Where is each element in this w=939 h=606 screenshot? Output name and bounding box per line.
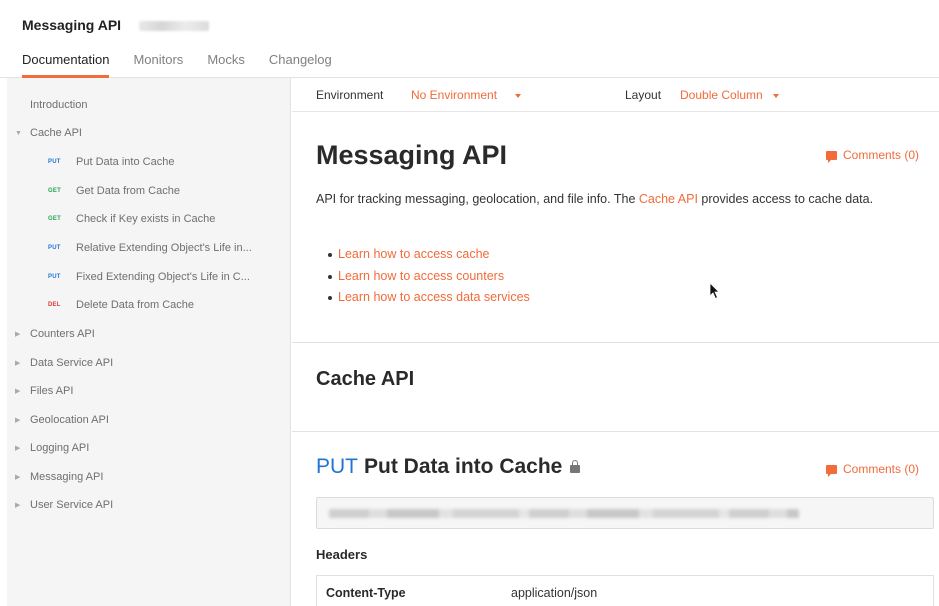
sidebar-item-introduction[interactable]: Introduction [7,93,291,117]
endpoint-comments-button[interactable]: Comments (0) [826,462,920,477]
layout-value: Double Column [680,88,763,102]
sidebar-endpoint-delete-data[interactable]: DEL Delete Data from Cache [7,293,291,317]
method-badge: DEL [48,302,61,308]
tab-documentation[interactable]: Documentation [22,52,110,78]
tab-mocks[interactable]: Mocks [207,52,245,76]
layout-select[interactable]: Double Column [680,88,779,102]
method-badge: PUT [48,274,61,280]
request-url-box[interactable] [316,497,934,529]
method-badge: GET [48,188,61,194]
dropdown-arrow-icon [772,93,779,98]
sidebar-item-label: Cache API [30,127,82,139]
redacted-url [329,509,799,518]
sidebar-endpoint-label: Get Data from Cache [76,185,180,197]
sidebar-item-user-service-api[interactable]: ▶ User Service API [7,493,291,517]
tab-monitors[interactable]: Monitors [133,52,183,76]
section-divider [292,431,939,432]
header-value: application/json [511,586,598,600]
section-divider [292,342,939,343]
method-badge: PUT [48,159,61,165]
sidebar-item-files-api[interactable]: ▶ Files API [7,379,291,403]
sidebar-item-label: User Service API [30,499,114,511]
caret-right-icon: ▶ [15,331,21,338]
sidebar-item-label: Messaging API [30,471,104,483]
cache-api-link[interactable]: Cache API [639,192,698,206]
environment-select[interactable]: No Environment [411,88,522,102]
dropdown-arrow-icon [515,93,522,98]
lock-icon [570,460,581,473]
sidebar-endpoint-fixed-extend[interactable]: PUT Fixed Extending Object's Life in C..… [7,265,291,289]
environment-value: No Environment [411,88,498,102]
sidebar-item-label: Logging API [30,442,90,454]
sidebar-endpoint-label: Delete Data from Cache [76,299,194,311]
comment-icon [826,150,837,163]
header-tabs: Documentation Monitors Mocks Changelog [22,52,356,78]
method-badge: GET [48,216,61,222]
endpoint-method: PUT [316,455,358,478]
headers-heading: Headers [316,547,368,562]
section-title-cache-api: Cache API [316,368,415,390]
description-text: API for tracking messaging, geolocation,… [316,192,639,206]
sidebar-item-label: Introduction [30,99,88,111]
caret-right-icon: ▶ [15,502,21,509]
page-title: Messaging API [316,140,508,170]
sidebar-endpoint-put-data[interactable]: PUT Put Data into Cache [7,150,291,174]
sidebar-item-label: Geolocation API [30,414,109,426]
learn-links-list: Learn how to access cache Learn how to a… [328,244,530,309]
redacted-title-suffix [139,21,209,31]
sidebar-endpoint-label: Relative Extending Object's Life in... [76,242,252,254]
caret-right-icon: ▶ [15,388,21,395]
learn-data-services-link[interactable]: Learn how to access data services [328,287,530,309]
header-row: Content-Type application/json [316,575,934,606]
sidebar-endpoint-relative-extend[interactable]: PUT Relative Extending Object's Life in.… [7,236,291,260]
sidebar-item-label: Counters API [30,328,95,340]
sidebar-item-messaging-api[interactable]: ▶ Messaging API [7,465,291,489]
sidebar-item-label: Files API [30,385,74,397]
caret-right-icon: ▶ [15,445,21,452]
app-title: Messaging API [22,17,122,33]
sidebar-item-cache-api[interactable]: ▼ Cache API [7,121,291,145]
sidebar-item-counters-api[interactable]: ▶ Counters API [7,322,291,346]
layout-label: Layout [625,88,662,102]
comments-button[interactable]: Comments (0) [826,148,920,163]
sidebar-item-logging-api[interactable]: ▶ Logging API [7,436,291,460]
header-key: Content-Type [326,586,406,600]
environment-label: Environment [316,88,384,102]
sidebar-item-geolocation-api[interactable]: ▶ Geolocation API [7,408,291,432]
sidebar-item-data-service-api[interactable]: ▶ Data Service API [7,351,291,375]
sidebar-endpoint-get-data[interactable]: GET Get Data from Cache [7,179,291,203]
endpoint-name: Put Data into Cache [364,455,563,478]
sidebar-endpoint-check-key[interactable]: GET Check if Key exists in Cache [7,207,291,231]
learn-cache-link[interactable]: Learn how to access cache [328,244,530,266]
comments-label: Comments (0) [843,148,920,162]
caret-down-icon: ▼ [15,129,22,137]
endpoint-title: PUT Put Data into Cache [316,455,581,479]
sidebar-endpoint-label: Fixed Extending Object's Life in C... [76,271,250,283]
method-badge: PUT [48,245,61,251]
learn-counters-link[interactable]: Learn how to access counters [328,266,530,288]
sidebar-item-label: Data Service API [30,357,114,369]
environment-bar: Environment No Environment Layout Double… [292,78,939,112]
sidebar-endpoint-label: Put Data into Cache [76,156,175,168]
main-content: Environment No Environment Layout Double… [292,78,939,606]
sidebar-endpoint-label: Check if Key exists in Cache [76,213,216,225]
caret-right-icon: ▶ [15,360,21,367]
description-text: provides access to cache data. [697,192,874,206]
mouse-cursor-icon [709,282,721,300]
comments-label: Comments (0) [843,462,920,476]
tab-changelog[interactable]: Changelog [269,52,332,76]
app-header: Messaging API Documentation Monitors Moc… [0,0,939,78]
caret-right-icon: ▶ [15,474,21,481]
api-description: API for tracking messaging, geolocation,… [316,188,924,210]
comment-icon [826,464,837,477]
caret-right-icon: ▶ [15,417,21,424]
sidebar: Introduction ▼ Cache API PUT Put Data in… [7,78,291,606]
